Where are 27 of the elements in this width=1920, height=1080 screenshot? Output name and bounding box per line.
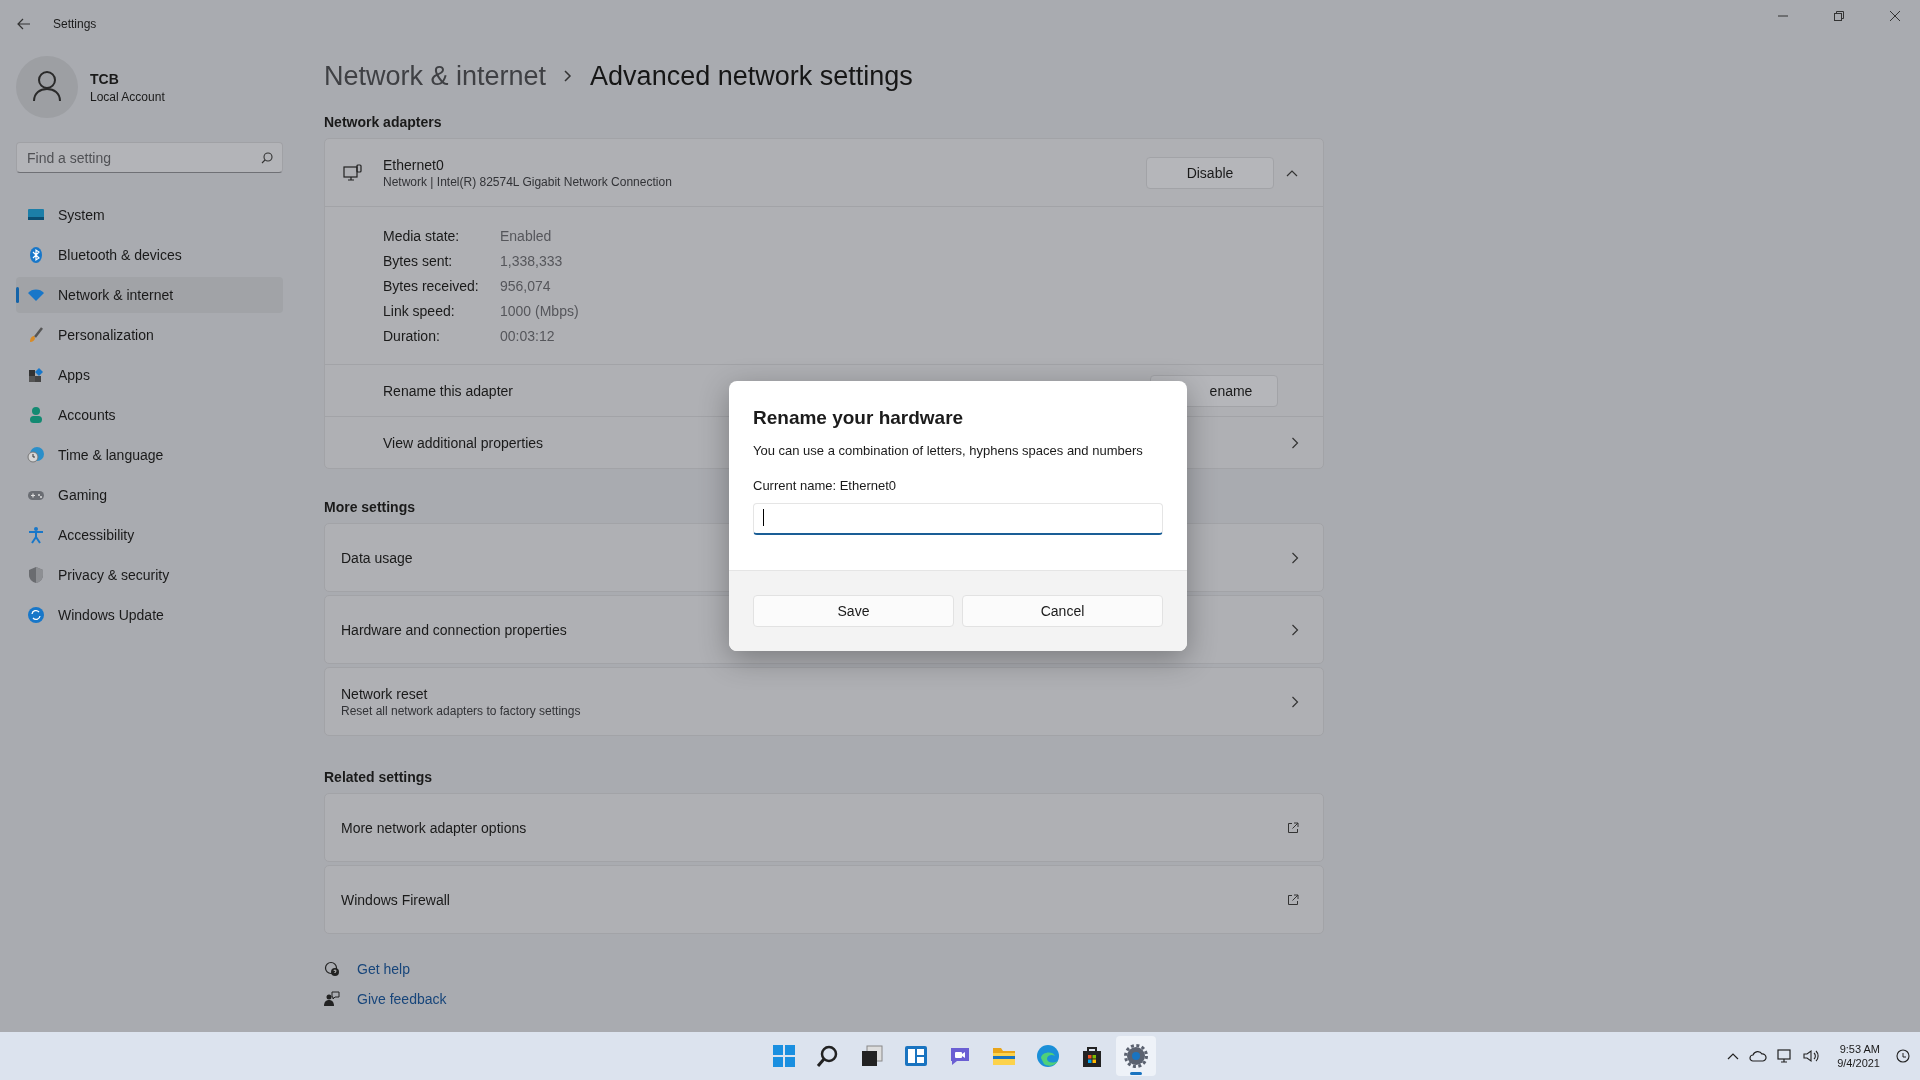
section-heading: Related settings bbox=[324, 769, 433, 785]
page-title: Advanced network settings bbox=[590, 60, 913, 92]
detail-value: 1,338,333 bbox=[500, 252, 563, 269]
detail-label: Media state: bbox=[383, 227, 461, 244]
setting-description: Reset all network adapters to factory settings bbox=[341, 703, 581, 718]
setting-label: Rename this adapter bbox=[383, 382, 513, 399]
adapter-name: Ethernet0 bbox=[383, 156, 445, 173]
setting-label: View additional properties bbox=[383, 434, 544, 451]
clock-date: 9/4/2021 bbox=[1837, 1057, 1880, 1069]
detail-label: Bytes sent: bbox=[383, 252, 454, 269]
detail-value: 1000 (Mbps) bbox=[500, 302, 579, 319]
clock-time: 9:53 AM bbox=[1838, 1043, 1880, 1055]
dialog-message: You can use a combination of letters, hyphens spaces and numbers bbox=[753, 443, 1144, 458]
user-name: TCB bbox=[90, 70, 120, 87]
detail-value: 00:03:12 bbox=[500, 327, 555, 344]
adapter-description: Network | Intel(R) 82574L Gigabit Network Connection bbox=[383, 174, 672, 189]
window-title: Settings bbox=[53, 17, 97, 31]
detail-label: Link speed: bbox=[383, 302, 456, 319]
detail-label: Bytes received: bbox=[383, 277, 480, 294]
field-label: Current name: Ethernet0 bbox=[753, 478, 898, 493]
detail-label: Duration: bbox=[383, 327, 441, 344]
dialog-title: Rename your hardware bbox=[753, 407, 965, 429]
detail-value: 956,074 bbox=[500, 277, 551, 294]
section-heading: More settings bbox=[324, 499, 415, 515]
section-heading: Network adapters bbox=[324, 114, 442, 130]
detail-value: Enabled bbox=[500, 227, 552, 244]
account-type: Local Account bbox=[90, 89, 165, 104]
